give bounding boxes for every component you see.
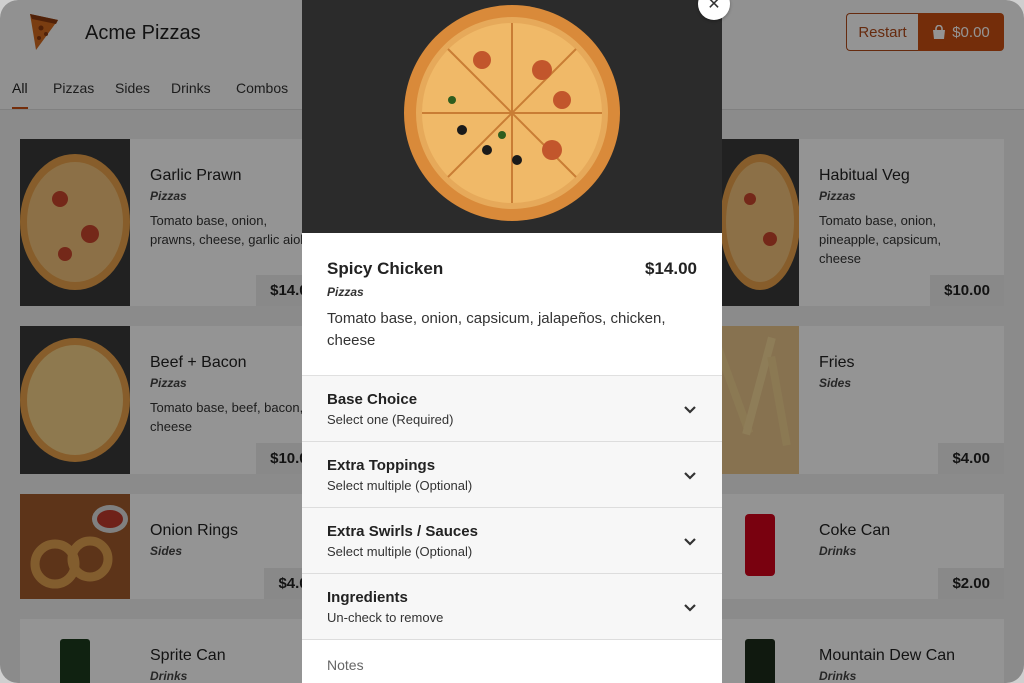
option-subtitle: Select multiple (Optional): [327, 478, 473, 493]
item-detail-modal: Spicy Chicken $14.00 Pizzas Tomato base,…: [302, 0, 722, 683]
pizza-hero-image: [302, 0, 722, 233]
notes-label: Notes: [327, 657, 364, 673]
option-subtitle: Un-check to remove: [327, 610, 444, 625]
chevron-down-icon: [684, 472, 696, 480]
modal-item-price: $14.00: [645, 259, 697, 278]
modal-item-name: Spicy Chicken: [327, 259, 444, 278]
modal-item-description: Tomato base, onion, capsicum, jalapeños,…: [327, 310, 666, 349]
option-subtitle: Select one (Required): [327, 412, 454, 427]
option-base-choice[interactable]: Base Choice Select one (Required): [302, 376, 722, 442]
option-title: Ingredients: [327, 589, 408, 606]
chevron-down-icon: [684, 406, 696, 414]
option-title: Extra Toppings: [327, 457, 436, 474]
option-subtitle: Select multiple (Optional): [327, 544, 473, 559]
option-ingredients[interactable]: Ingredients Un-check to remove: [302, 574, 722, 640]
option-title: Base Choice: [327, 391, 418, 408]
option-extra-toppings[interactable]: Extra Toppings Select multiple (Optional…: [302, 442, 722, 508]
option-title: Extra Swirls / Sauces: [327, 523, 478, 540]
chevron-down-icon: [684, 538, 696, 546]
option-extra-swirls-sauces[interactable]: Extra Swirls / Sauces Select multiple (O…: [302, 508, 722, 574]
notes-field[interactable]: [302, 640, 722, 683]
chevron-down-icon: [684, 604, 696, 612]
app-window: Acme Pizzas Restart $0.00 All Pizzas Sid…: [0, 0, 1024, 683]
modal-item-category: Pizzas: [327, 285, 364, 299]
item-summary: Spicy Chicken $14.00 Pizzas Tomato base,…: [302, 233, 722, 376]
